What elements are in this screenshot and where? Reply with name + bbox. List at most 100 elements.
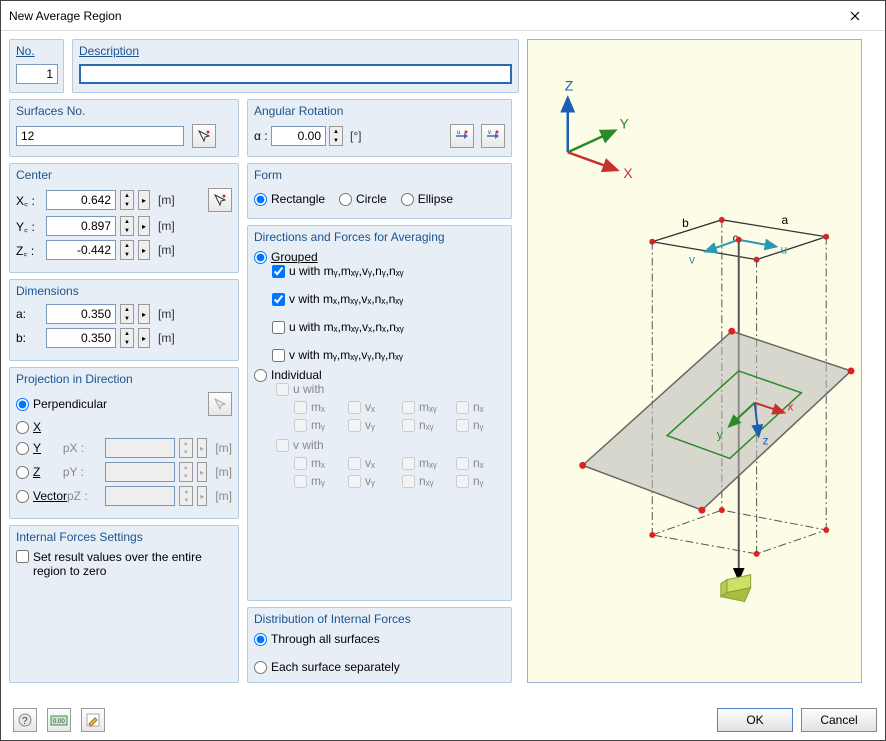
align-v-button[interactable]: v (481, 124, 505, 148)
align-v-icon: v (485, 129, 501, 143)
g1-checkbox[interactable]: u with mᵧ,mₓᵧ,vᵧ,nᵧ,nₓᵧ (272, 264, 505, 278)
u-my-checkbox: mᵧ (294, 418, 346, 432)
pz-menu-button: ▸ (197, 486, 207, 506)
alpha-spinner[interactable]: ▲▼ (329, 126, 343, 146)
close-button[interactable] (832, 1, 877, 30)
zc-input[interactable] (46, 240, 116, 260)
dialog-window: New Average Region No. Description Su (0, 0, 886, 741)
help-icon: ? (17, 712, 33, 728)
units-button[interactable]: 0.00 (47, 708, 71, 732)
svg-text:u: u (780, 243, 787, 257)
py-menu-button: ▸ (197, 462, 208, 482)
no-group: No. (9, 39, 64, 93)
x-radio[interactable]: X (16, 420, 41, 434)
column-a: Surfaces No. Center X꜀ : (9, 99, 239, 683)
b-input[interactable] (46, 328, 116, 348)
xc-unit: [m] (158, 193, 175, 207)
b-menu-button[interactable]: ▸ (138, 328, 150, 348)
surfaces-input[interactable] (16, 126, 184, 146)
svg-text:X: X (623, 165, 632, 181)
form-label: Form (254, 168, 505, 182)
g2-checkbox[interactable]: v with mₓ,mₓᵧ,vₓ,nₓ,nₓᵧ (272, 292, 505, 306)
u-mxy-checkbox: mₓᵧ (402, 400, 454, 414)
ok-button[interactable]: OK (717, 708, 793, 732)
pick-center-button[interactable] (208, 188, 232, 212)
pz-label: pZ : (67, 489, 101, 503)
py-unit: [m] (215, 465, 232, 479)
surfaces-label: Surfaces No. (16, 104, 232, 118)
v-vy-checkbox: vᵧ (348, 474, 400, 488)
a-input[interactable] (46, 304, 116, 324)
a-spinner[interactable]: ▲▼ (120, 304, 134, 324)
perpendicular-radio[interactable]: Perpendicular (16, 397, 107, 411)
yc-input[interactable] (46, 216, 116, 236)
b-spinner[interactable]: ▲▼ (120, 328, 134, 348)
pick-icon (213, 193, 227, 207)
pick-icon (213, 397, 227, 411)
preview-illustration: Z Y X b a c u v (528, 40, 861, 682)
px-menu-button: ▸ (197, 438, 208, 458)
description-input[interactable] (79, 64, 512, 84)
left-column: No. Description Surfaces No. (9, 39, 519, 683)
svg-text:Y: Y (619, 115, 628, 131)
bottom-bar: ? 0.00 OK Cancel (9, 708, 877, 732)
u-nxy-checkbox: nₓᵧ (402, 418, 454, 432)
zc-unit: [m] (158, 243, 175, 257)
edit-button[interactable] (81, 708, 105, 732)
yc-spinner[interactable]: ▲▼ (120, 216, 134, 236)
z-radio[interactable] (16, 466, 29, 479)
angular-label: Angular Rotation (254, 104, 505, 118)
yc-menu-button[interactable]: ▸ (138, 216, 150, 236)
grouped-radio[interactable]: Grouped (254, 250, 505, 264)
g3-checkbox[interactable]: u with mₓ,mₓᵧ,vₓ,nₓ,nₓᵧ (272, 320, 505, 334)
close-icon (850, 11, 860, 21)
px-spinner: ▲▼ (179, 438, 193, 458)
align-u-button[interactable]: u (450, 124, 474, 148)
individual-radio[interactable]: Individual (254, 368, 505, 382)
xc-menu-button[interactable]: ▸ (138, 190, 150, 210)
units-icon: 0.00 (50, 713, 68, 727)
svg-text:z: z (763, 433, 769, 447)
pz-input (105, 486, 175, 506)
dimensions-group: Dimensions a: ▲▼ ▸ [m] b: ▲▼ ▸ (9, 279, 239, 361)
alpha-input[interactable] (271, 126, 326, 146)
yc-unit: [m] (158, 219, 175, 233)
circle-radio[interactable]: Circle (339, 192, 387, 206)
zero-checkbox[interactable]: Set result values over the entire region… (16, 550, 232, 578)
main-row: Surfaces No. Center X꜀ : (9, 99, 519, 683)
content-area: No. Description Surfaces No. (1, 31, 885, 691)
a-menu-button[interactable]: ▸ (138, 304, 150, 324)
v-vx-checkbox: vₓ (348, 456, 400, 470)
form-group: Form Rectangle Circle Ellipse (247, 163, 512, 219)
u-nx-checkbox: nₓ (456, 400, 508, 414)
directions-group: Directions and Forces for Averaging Grou… (247, 225, 512, 601)
ellipse-radio[interactable]: Ellipse (401, 192, 453, 206)
svg-text:u: u (457, 130, 460, 136)
projection-label: Projection in Direction (16, 372, 232, 386)
no-input[interactable] (16, 64, 58, 84)
pick-surface-button[interactable] (192, 124, 216, 148)
zc-menu-button[interactable]: ▸ (138, 240, 150, 260)
alpha-label: α : (254, 129, 268, 143)
xc-spinner[interactable]: ▲▼ (120, 190, 134, 210)
preview-panel: Z Y X b a c u v (527, 39, 862, 683)
u-with-checkbox: u with (276, 382, 505, 396)
rectangle-radio[interactable]: Rectangle (254, 192, 325, 206)
xc-input[interactable] (46, 190, 116, 210)
svg-text:v: v (488, 130, 491, 136)
dimensions-label: Dimensions (16, 284, 232, 298)
each-radio[interactable]: Each surface separately (254, 660, 505, 674)
vector-radio[interactable] (16, 490, 29, 503)
svg-text:y: y (717, 428, 723, 442)
cancel-button[interactable]: Cancel (801, 708, 877, 732)
zc-spinner[interactable]: ▲▼ (120, 240, 134, 260)
py-spinner: ▲▼ (179, 462, 193, 482)
help-button[interactable]: ? (13, 708, 37, 732)
titlebar: New Average Region (1, 1, 885, 31)
pick-direction-button[interactable] (208, 392, 232, 416)
svg-text:0.00: 0.00 (53, 719, 65, 725)
y-radio[interactable] (16, 442, 29, 455)
g4-checkbox[interactable]: v with mᵧ,mₓᵧ,vᵧ,nᵧ,nₓᵧ (272, 348, 505, 362)
a-unit: [m] (158, 307, 175, 321)
through-radio[interactable]: Through all surfaces (254, 632, 505, 646)
